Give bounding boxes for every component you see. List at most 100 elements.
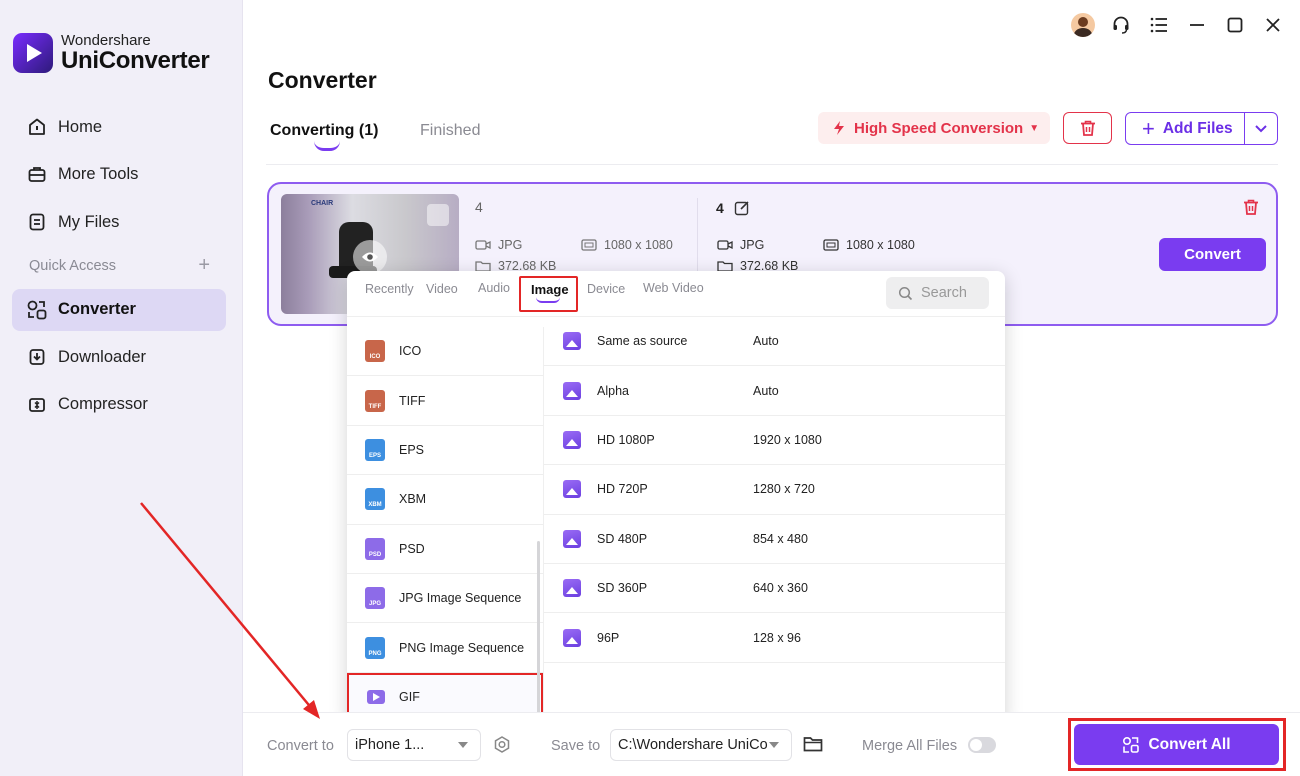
maximize-button[interactable] (1222, 12, 1248, 38)
preset-item[interactable]: 96P 128 x 96 (544, 613, 1005, 663)
app-logo: Wondershare UniConverter (13, 33, 210, 73)
delete-file-button[interactable] (1242, 198, 1260, 221)
eps-format-icon: EPS (365, 438, 385, 461)
image-type-icon (427, 204, 449, 226)
highlight-box-image-tab (519, 276, 578, 312)
delete-all-button[interactable] (1063, 112, 1112, 144)
sidebar-item-downloader[interactable]: Downloader (12, 336, 226, 378)
format-tabs: Recently Video Audio Image Device Web Vi… (347, 271, 1005, 317)
tab-converting-label: Converting (1) (270, 122, 379, 139)
convert-all-button[interactable]: Convert All (1074, 724, 1279, 765)
minimize-button[interactable] (1184, 12, 1210, 38)
add-quick-access-icon[interactable]: + (198, 254, 210, 277)
preset-item[interactable]: SD 360P 640 x 360 (544, 564, 1005, 614)
add-files-button[interactable]: + Add Files (1126, 113, 1245, 144)
preset-name: SD 480P (597, 531, 648, 546)
headset-icon (1113, 16, 1129, 34)
high-speed-conversion-button[interactable]: High Speed Conversion ▼ (818, 112, 1050, 144)
sidebar-item-compressor[interactable]: Compressor (12, 384, 226, 426)
add-files-dropdown-button[interactable] (1245, 124, 1277, 134)
tab-recently[interactable]: Recently (365, 282, 414, 296)
account-avatar[interactable] (1070, 12, 1096, 38)
avatar-icon (1071, 13, 1095, 37)
preview-eye-icon[interactable] (353, 240, 387, 274)
target-resolution-value: 1080 x 1080 (846, 238, 915, 252)
window-controls (1058, 12, 1286, 38)
format-search-input[interactable]: Search (886, 277, 989, 309)
preset-name: SD 360P (597, 581, 648, 596)
convert-to-select[interactable]: iPhone 1... (347, 729, 481, 761)
edit-name-icon[interactable] (734, 200, 750, 216)
format-item-eps[interactable]: EPS EPS (347, 426, 543, 476)
preset-item[interactable]: SD 480P 854 x 480 (544, 515, 1005, 564)
header-divider (266, 164, 1278, 165)
preset-item[interactable]: Same as source Auto (544, 317, 1005, 367)
format-item-png-sequence[interactable]: PNG PNG Image Sequence (347, 623, 543, 673)
target-format-value: JPG (740, 238, 765, 252)
merge-all-files-toggle[interactable] (968, 737, 996, 753)
search-icon (898, 286, 913, 301)
tab-finished[interactable]: Finished (420, 122, 480, 140)
jpg-format-icon: JPG (365, 587, 385, 610)
sidebar-item-more-tools[interactable]: More Tools (12, 154, 226, 196)
save-to-label: Save to (551, 738, 601, 754)
resolution-icon (581, 239, 597, 251)
format-item-tiff[interactable]: TIFF TIFF (347, 376, 543, 426)
format-label: XBM (399, 492, 427, 507)
target-file-name: 4 (716, 200, 750, 216)
convert-button[interactable]: Convert (1159, 238, 1266, 271)
support-button[interactable] (1108, 12, 1134, 38)
format-item-ico[interactable]: ICO ICO (347, 327, 543, 377)
tab-web-video[interactable]: Web Video (643, 281, 704, 295)
sidebar-item-label: Converter (58, 300, 136, 318)
maximize-icon (1227, 17, 1243, 33)
format-label: PSD (399, 541, 425, 556)
thumbnail-logo: CHAIR (311, 200, 334, 207)
preset-value: 1280 x 720 (753, 482, 815, 497)
sidebar-item-home[interactable]: Home (12, 106, 226, 148)
caret-down-icon (769, 742, 779, 748)
preset-value: 128 x 96 (753, 630, 801, 645)
search-placeholder: Search (921, 285, 967, 301)
tab-video[interactable]: Video (426, 282, 458, 296)
psd-format-icon: PSD (365, 537, 385, 560)
preset-item[interactable]: HD 720P 1280 x 720 (544, 465, 1005, 515)
tab-device[interactable]: Device (587, 282, 625, 296)
quick-access-label: Quick Access (29, 257, 117, 274)
lightning-icon (834, 121, 844, 135)
format-list-scrollbar[interactable] (537, 541, 540, 721)
format-item-xbm[interactable]: XBM XBM (347, 475, 543, 525)
toolbox-icon (26, 164, 48, 186)
convert-to-value: iPhone 1... (355, 737, 425, 753)
format-item-jpg-sequence[interactable]: JPG JPG Image Sequence (347, 574, 543, 624)
convert-all-icon (1122, 736, 1140, 754)
trash-icon (1244, 199, 1258, 215)
convert-to-label: Convert to (267, 738, 334, 754)
sidebar-item-converter[interactable]: Converter (12, 288, 226, 331)
output-settings-button[interactable] (492, 735, 512, 760)
source-resolution-value: 1080 x 1080 (604, 238, 673, 252)
format-item-psd[interactable]: PSD PSD (347, 525, 543, 574)
close-button[interactable] (1260, 12, 1286, 38)
tab-audio[interactable]: Audio (478, 281, 510, 295)
trash-icon (1080, 120, 1095, 136)
source-file-name: 4 (475, 199, 483, 215)
bottom-bar: Convert to iPhone 1... Save to C:\Wonder… (243, 712, 1300, 776)
video-format-icon (717, 239, 733, 251)
preset-item[interactable]: Alpha Auto (544, 366, 1005, 416)
preset-item[interactable]: HD 1080P 1920 x 1080 (544, 416, 1005, 466)
sidebar-item-my-files[interactable]: My Files (12, 201, 226, 243)
add-files-button-group: + Add Files (1125, 112, 1278, 145)
card-divider (697, 198, 698, 274)
open-folder-button[interactable] (803, 735, 823, 758)
format-label: JPG Image Sequence (399, 591, 522, 606)
tab-converting[interactable]: Converting (1) (270, 122, 379, 151)
format-list: ICO ICO TIFF TIFF EPS EPS XBM XBM PSD PS… (347, 327, 544, 723)
menu-button[interactable] (1146, 12, 1172, 38)
save-to-select[interactable]: C:\Wondershare UniCo (610, 729, 792, 761)
format-label: EPS (399, 442, 425, 457)
format-label: TIFF (399, 393, 426, 408)
format-dropdown: Recently Video Audio Image Device Web Vi… (347, 271, 1005, 723)
sidebar-nav: Home More Tools My Files Quick Access + … (12, 106, 226, 431)
preset-name: Same as source (597, 334, 688, 349)
